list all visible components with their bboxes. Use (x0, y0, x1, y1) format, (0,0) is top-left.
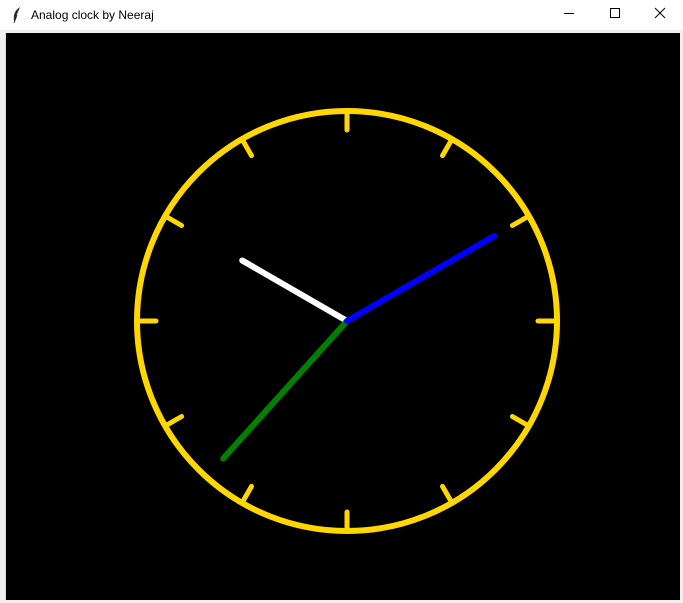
minimize-button[interactable] (546, 0, 592, 30)
maximize-icon (609, 6, 621, 24)
maximize-button[interactable] (592, 0, 638, 30)
hour-tick (239, 136, 254, 159)
hour-tick (509, 213, 532, 228)
hour-tick (440, 483, 455, 506)
analog-clock (134, 108, 560, 534)
minimize-icon (563, 6, 575, 24)
feather-icon (9, 6, 25, 24)
second-hand (344, 233, 498, 324)
hour-tick (162, 414, 185, 429)
hour-tick (440, 136, 455, 159)
hour-tick (509, 414, 532, 429)
title-bar[interactable]: Analog clock by Neeraj (0, 0, 683, 30)
hour-hand (239, 257, 350, 324)
clock-canvas (5, 33, 680, 600)
hour-tick (239, 483, 254, 506)
app-window: Analog clock by Neeraj (0, 0, 683, 603)
close-button[interactable] (637, 0, 683, 30)
close-icon (654, 6, 666, 24)
hour-tick (162, 213, 185, 228)
window-title: Analog clock by Neeraj (31, 8, 154, 22)
minute-hand (220, 318, 350, 462)
